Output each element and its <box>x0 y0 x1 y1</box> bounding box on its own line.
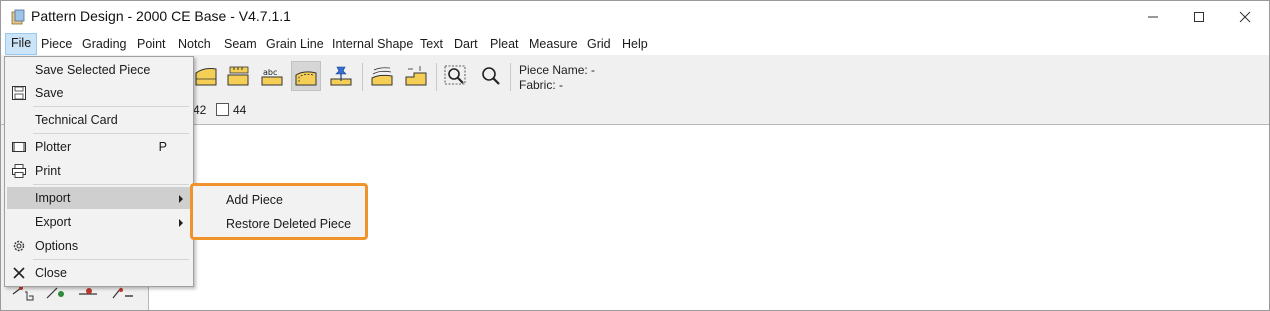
menu-item-print[interactable]: Print <box>7 160 191 182</box>
menu-help[interactable]: Help <box>617 34 653 54</box>
app-icon <box>11 9 25 25</box>
piece-shape-icon <box>195 68 217 86</box>
menu-item-label: Print <box>35 164 61 178</box>
size-label-42: 42 <box>193 103 207 117</box>
menu-separator <box>33 133 189 134</box>
piece-seam-icon <box>295 71 317 86</box>
fabric-label: Fabric: - <box>519 78 564 92</box>
piece-stack-icon <box>371 67 393 86</box>
toolbar-separator <box>436 63 437 91</box>
tool-zoom-window[interactable] <box>441 61 471 91</box>
submenu-item-label: Restore Deleted Piece <box>226 217 352 231</box>
menu-text[interactable]: Text <box>415 34 448 54</box>
menu-item-label: Save Selected Piece <box>35 63 151 77</box>
tool-zoom[interactable] <box>476 61 506 91</box>
toolbar-separator <box>362 63 363 91</box>
tool-piece-pin[interactable] <box>326 61 356 91</box>
submenu-arrow-icon <box>179 219 183 227</box>
menu-pleat[interactable]: Pleat <box>485 34 524 54</box>
menu-file[interactable]: File <box>5 33 38 55</box>
menu-bar: File Piece Grading Point Notch Seam Grai… <box>1 33 1269 55</box>
file-menu-dropdown: Save Selected Piece Save Technical Card … <box>4 56 194 287</box>
maximize-button[interactable] <box>1176 1 1222 32</box>
menu-item-plotter[interactable]: Plotter P <box>7 136 191 158</box>
piece-name-label: Piece Name: - <box>519 63 596 77</box>
size-label-44: 44 <box>233 103 247 117</box>
menu-separator <box>33 184 189 185</box>
hand-point-tool-icon[interactable] <box>11 284 37 304</box>
line-point-tool-icon[interactable] <box>111 284 137 304</box>
menu-dart[interactable]: Dart <box>449 34 483 54</box>
toolbar-separator <box>510 63 511 91</box>
import-submenu: Add Piece Restore Deleted Piece <box>190 183 368 240</box>
piece-text-icon: abc <box>261 68 283 86</box>
submenu-item-label: Add Piece <box>226 193 283 207</box>
plotter-icon <box>12 142 26 152</box>
menu-grading[interactable]: Grading <box>77 34 131 54</box>
window-title: Pattern Design - 2000 CE Base - V4.7.1.1 <box>31 8 291 24</box>
maximize-icon <box>1194 11 1204 22</box>
zoom-icon <box>482 67 500 85</box>
piece-step-icon <box>405 66 427 86</box>
menu-item-export[interactable]: Export <box>7 211 191 233</box>
menu-item-label: Plotter <box>35 140 72 154</box>
floppy-disk-icon <box>12 86 26 100</box>
minimize-button[interactable] <box>1130 1 1176 32</box>
menu-item-label: Close <box>35 266 67 280</box>
menu-item-label: Export <box>35 215 72 229</box>
printer-icon <box>12 164 26 178</box>
menu-item-label: Technical Card <box>35 113 118 127</box>
zoom-window-icon <box>444 65 466 85</box>
piece-pin-icon <box>330 66 352 86</box>
menu-separator <box>33 106 189 107</box>
red-point-tool-icon[interactable] <box>77 284 103 304</box>
tool-piece-measure[interactable] <box>223 61 253 91</box>
menu-grid[interactable]: Grid <box>582 34 616 54</box>
minimize-icon <box>1148 16 1158 17</box>
title-bar: Pattern Design - 2000 CE Base - V4.7.1.1 <box>1 1 1269 32</box>
menu-seam[interactable]: Seam <box>219 34 262 54</box>
menu-piece[interactable]: Piece <box>36 34 77 54</box>
piece-measure-icon <box>227 66 249 86</box>
point-tools-row <box>11 284 141 304</box>
menu-measure[interactable]: Measure <box>524 34 583 54</box>
app-window: Pattern Design - 2000 CE Base - V4.7.1.1… <box>0 0 1270 311</box>
menu-separator <box>33 259 189 260</box>
menu-item-import[interactable]: Import <box>7 187 191 209</box>
menu-item-save[interactable]: Save <box>7 82 191 104</box>
tool-piece-step[interactable] <box>401 61 431 91</box>
close-x-icon <box>13 267 25 279</box>
close-icon <box>1239 11 1251 22</box>
submenu-item-add-piece[interactable]: Add Piece <box>196 189 362 211</box>
tool-piece-text[interactable]: abc <box>257 61 287 91</box>
menu-item-shortcut: P <box>158 140 167 154</box>
tool-piece-seam[interactable] <box>291 61 321 91</box>
tool-piece-shape[interactable] <box>191 61 221 91</box>
menu-grain-line[interactable]: Grain Line <box>261 34 329 54</box>
svg-text:abc: abc <box>263 68 277 77</box>
menu-item-technical-card[interactable]: Technical Card <box>7 109 191 131</box>
menu-point[interactable]: Point <box>132 34 171 54</box>
menu-item-label: Save <box>35 86 64 100</box>
submenu-item-restore-deleted-piece[interactable]: Restore Deleted Piece <box>196 213 362 235</box>
menu-notch[interactable]: Notch <box>173 34 216 54</box>
gear-icon <box>13 240 25 252</box>
menu-item-options[interactable]: Options <box>7 235 191 257</box>
menu-item-close[interactable]: Close <box>7 262 191 284</box>
close-button[interactable] <box>1222 1 1268 32</box>
size-checkbox-44[interactable] <box>216 103 229 116</box>
tool-piece-stack[interactable] <box>367 61 397 91</box>
green-point-tool-icon[interactable] <box>45 284 71 304</box>
menu-internal-shape[interactable]: Internal Shape <box>327 34 418 54</box>
menu-item-label: Import <box>35 191 71 205</box>
menu-item-save-selected-piece[interactable]: Save Selected Piece <box>7 59 191 81</box>
submenu-arrow-icon <box>179 195 183 203</box>
menu-item-label: Options <box>35 239 79 253</box>
